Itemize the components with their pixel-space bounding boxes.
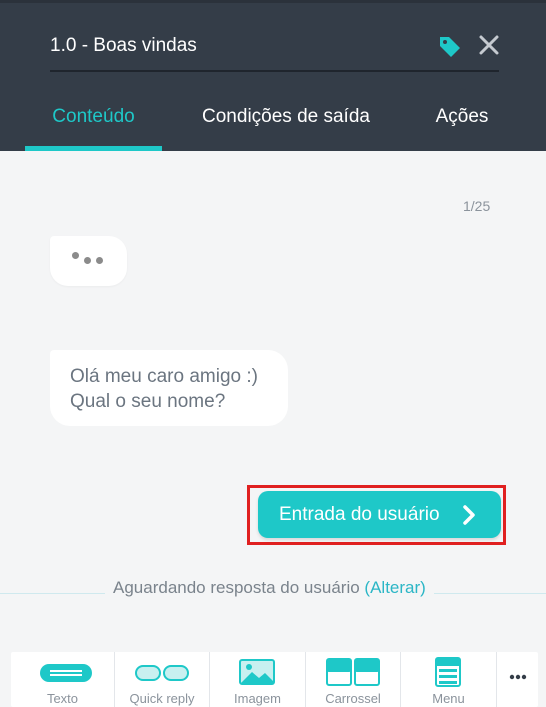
tab-condicoes-saida[interactable]: Condições de saída	[190, 100, 382, 151]
toolbar-imagem[interactable]: Imagem	[210, 652, 306, 707]
chevron-right-icon	[459, 504, 479, 526]
message-counter: 1/25	[463, 198, 490, 214]
toolbar-texto-label: Texto	[11, 691, 114, 706]
toolbar-menu[interactable]: Menu	[401, 652, 497, 707]
waiting-status-text: Aguardando resposta do usuário	[113, 578, 360, 597]
menu-icon	[435, 657, 461, 687]
toolbar-quick-reply[interactable]: Quick reply	[115, 652, 210, 707]
typing-bubble[interactable]	[50, 236, 127, 286]
toolbar-carrossel[interactable]: Carrossel	[306, 652, 401, 707]
carousel-icon	[326, 658, 380, 686]
toolbar-more-button[interactable]	[497, 652, 538, 707]
block-title[interactable]: 1.0 - Boas vindas	[50, 35, 197, 57]
bot-message-bubble[interactable]: Olá meu caro amigo :) Qual o seu nome?	[50, 350, 288, 426]
add-content-toolbar: Texto Quick reply Imagem Carr	[11, 652, 538, 707]
toolbar-texto[interactable]: Texto	[11, 652, 115, 707]
editor-header: 1.0 - Boas vindas Conteúdo Condições de …	[0, 0, 546, 151]
tab-bar: Conteúdo Condições de saída Ações	[0, 100, 546, 151]
quick-reply-icon	[135, 664, 189, 682]
tab-conteudo[interactable]: Conteúdo	[25, 100, 162, 151]
toolbar-menu-label: Menu	[401, 691, 496, 706]
user-input-label: Entrada do usuário	[279, 504, 440, 526]
header-top-border	[0, 0, 546, 3]
waiting-status: Aguardando resposta do usuário (Alterar)	[105, 578, 434, 598]
close-icon[interactable]	[478, 34, 500, 56]
tag-icon[interactable]	[438, 34, 462, 58]
user-input-highlight: Entrada do usuário	[247, 485, 506, 545]
image-icon	[239, 659, 275, 685]
text-icon	[40, 664, 92, 682]
message-line-2: Qual o seu nome?	[70, 389, 268, 414]
toolbar-carrossel-label: Carrossel	[306, 691, 400, 706]
tab-acoes[interactable]: Ações	[420, 100, 504, 151]
more-icon	[509, 674, 527, 680]
message-line-1: Olá meu caro amigo :)	[70, 364, 268, 389]
change-link[interactable]: (Alterar)	[364, 578, 425, 597]
toolbar-imagem-label: Imagem	[210, 691, 305, 706]
title-row: 1.0 - Boas vindas	[50, 26, 499, 72]
toolbar-quick-reply-label: Quick reply	[115, 691, 209, 706]
user-input-button[interactable]: Entrada do usuário	[258, 491, 501, 538]
content-area: 1/25 Olá meu caro amigo :) Qual o seu no…	[0, 151, 546, 707]
